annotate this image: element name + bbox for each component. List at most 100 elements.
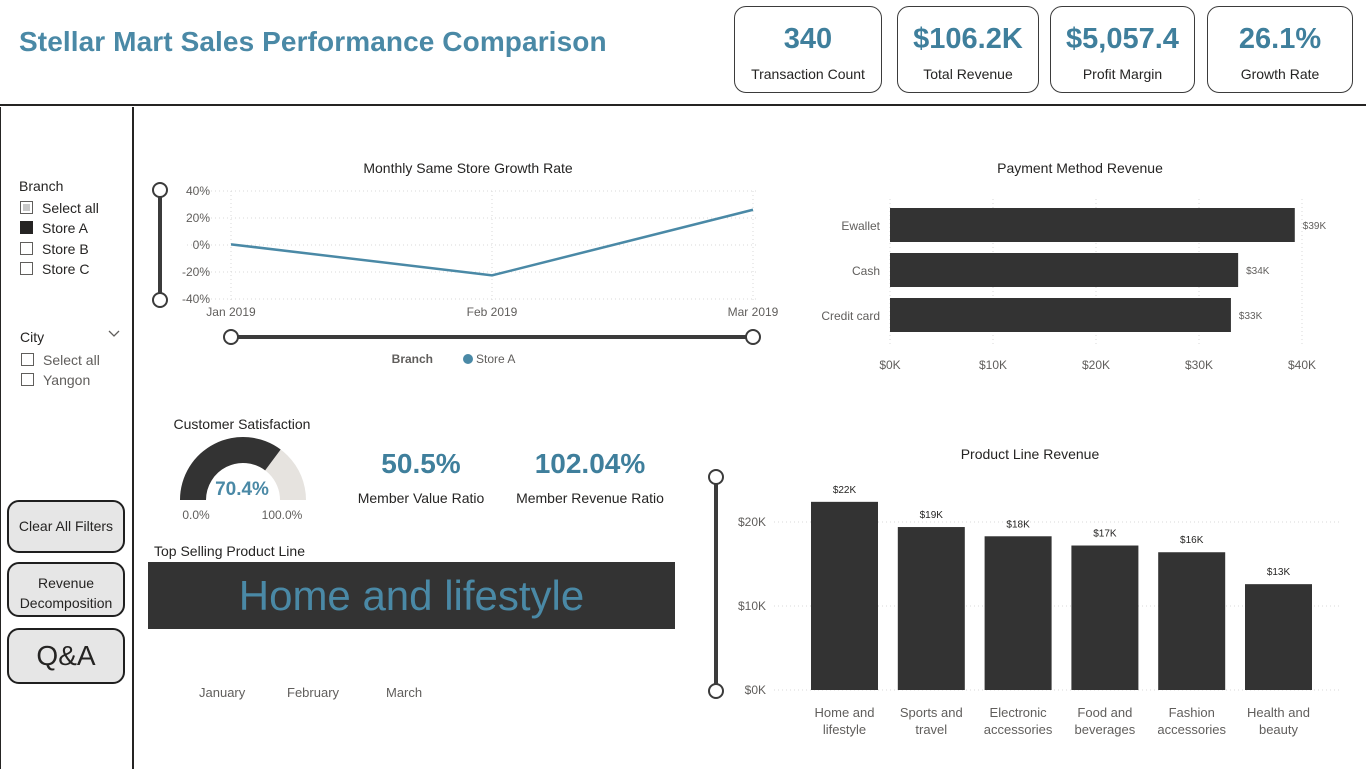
bar[interactable] [890, 298, 1231, 332]
y-tick-label: -40% [182, 292, 210, 306]
kpi-card-transaction-count[interactable]: 340 Transaction Count [734, 6, 882, 93]
zoom-handle-icon[interactable] [745, 329, 761, 345]
x-tick-label: Sports and [900, 705, 963, 720]
checkbox-icon[interactable] [20, 201, 33, 214]
data-label: $16K [1180, 535, 1204, 546]
y-tick-label: $0K [745, 683, 766, 697]
member-value-ratio-label: Member Value Ratio [357, 490, 485, 506]
kpi-value: 340 [783, 23, 833, 55]
x-tick-label: $30K [1185, 358, 1213, 372]
kpi-label: Total Revenue [923, 66, 1013, 82]
month-label-march[interactable]: March [386, 685, 422, 700]
checkbox-icon[interactable] [21, 373, 34, 386]
growth-chart-title: Monthly Same Store Growth Rate [363, 160, 573, 176]
filter-sidebar: Branch Select all Store A Store B Store … [0, 107, 134, 769]
product-line-bar-chart[interactable]: $20K $10K $0K $22K $19K $18K $17K $16K $13K Hom… [700, 465, 1350, 755]
button-label-line: Decomposition [19, 595, 113, 611]
checkbox-icon[interactable] [21, 353, 34, 366]
satisfaction-gauge[interactable]: 70.4% 0.0% 100.0% [170, 430, 316, 530]
clear-all-filters-button[interactable]: Clear All Filters [7, 500, 125, 553]
kpi-label: Profit Margin [1082, 66, 1163, 82]
x-tick-label: lifestyle [823, 722, 866, 737]
zoom-handle-icon[interactable] [152, 292, 168, 308]
data-label: $17K [1093, 529, 1117, 540]
x-tick-label: accessories [984, 722, 1053, 737]
x-tick-label: Jan 2019 [206, 305, 256, 319]
data-label: $19K [920, 510, 944, 521]
x-tick-label: beauty [1259, 722, 1299, 737]
bar[interactable] [811, 501, 878, 690]
kpi-value: $106.2K [913, 23, 1023, 55]
x-tick-label: $20K [1082, 358, 1110, 372]
data-label: $18K [1006, 519, 1030, 530]
product-chart-title: Product Line Revenue [960, 446, 1100, 462]
data-label: $22K [833, 485, 857, 496]
x-tick-label: Mar 2019 [728, 305, 779, 319]
gauge-max: 100.0% [262, 508, 303, 522]
qa-button[interactable]: Q&A [7, 628, 125, 684]
kpi-card-total-revenue[interactable]: $106.2K Total Revenue [897, 6, 1039, 93]
month-label-february[interactable]: February [287, 685, 339, 700]
y-tick-label: 0% [193, 238, 211, 252]
checkbox-icon[interactable] [20, 262, 33, 275]
kpi-value: $5,057.4 [1066, 23, 1179, 55]
bar[interactable] [1245, 584, 1312, 690]
y-tick-label: 20% [186, 211, 210, 225]
kpi-card-profit-margin[interactable]: $5,057.4 Profit Margin [1050, 6, 1195, 93]
bar[interactable] [890, 253, 1239, 287]
x-tick-label: Home and [815, 705, 875, 720]
bar[interactable] [890, 208, 1295, 242]
button-label-line: Revenue [37, 575, 95, 591]
bar[interactable] [1158, 552, 1226, 690]
category-label: Credit card [821, 309, 880, 323]
payment-chart-title: Payment Method Revenue [997, 160, 1163, 176]
kpi-value: 26.1% [1238, 23, 1322, 55]
y-tick-label: $20K [738, 515, 766, 529]
x-tick-label: travel [915, 722, 947, 737]
y-tick-label: 40% [186, 184, 210, 198]
kpi-label: Growth Rate [1240, 66, 1320, 82]
zoom-handle-icon[interactable] [708, 683, 724, 699]
bar[interactable] [897, 527, 965, 690]
checkbox-icon[interactable] [20, 242, 33, 255]
x-tick-label: $40K [1288, 358, 1316, 372]
x-tick-label: accessories [1157, 722, 1226, 737]
month-label-january[interactable]: January [199, 685, 245, 700]
payment-method-bar-chart[interactable]: Ewallet $39K Cash $34K Credit card $33K $0K $1… [800, 185, 1360, 385]
kpi-label: Transaction Count [751, 66, 865, 82]
data-label: $13K [1267, 567, 1291, 578]
growth-line-chart[interactable]: 40% 20% 0% -20% -40% Jan 2019 Feb 2019 Mar 201… [145, 175, 795, 375]
top-selling-card: Home and lifestyle [148, 562, 675, 629]
legend-marker-icon [463, 354, 473, 364]
kpi-card-growth-rate[interactable]: 26.1% Growth Rate [1207, 6, 1353, 93]
x-tick-label: Health and [1247, 705, 1310, 720]
report-header: Stellar Mart Sales Performance Compariso… [0, 0, 1366, 106]
member-revenue-ratio-label: Member Revenue Ratio [516, 490, 664, 506]
gauge-min: 0.0% [182, 508, 210, 522]
top-selling-title: Top Selling Product Line [154, 543, 305, 559]
member-revenue-ratio-value: 102.04% [534, 448, 646, 479]
checkbox-icon[interactable] [20, 221, 33, 234]
legend-item[interactable]: Store A [476, 352, 515, 366]
revenue-decomposition-button[interactable]: Revenue Decomposition [7, 562, 125, 617]
x-tick-label: Food and [1077, 705, 1132, 720]
zoom-handle-icon[interactable] [708, 469, 724, 485]
data-label: $34K [1246, 266, 1270, 277]
zoom-handle-icon[interactable] [223, 329, 239, 345]
x-tick-label: Feb 2019 [467, 305, 518, 319]
category-label: Cash [852, 264, 880, 278]
branch-slicer-title: Branch [19, 178, 64, 194]
x-tick-label: beverages [1075, 722, 1136, 737]
gauge-value: 70.4% [215, 479, 269, 500]
y-tick-label: -20% [182, 265, 210, 279]
member-value-ratio-value: 50.5% [381, 448, 461, 479]
y-tick-label: $10K [738, 599, 766, 613]
bar[interactable] [1071, 545, 1139, 690]
bar[interactable] [984, 536, 1052, 690]
zoom-handle-icon[interactable] [152, 182, 168, 198]
page-title: Stellar Mart Sales Performance Compariso… [19, 26, 607, 57]
x-tick-label: Electronic [990, 705, 1048, 720]
x-tick-label: Fashion [1169, 705, 1215, 720]
chevron-down-icon[interactable] [108, 329, 120, 339]
x-tick-label: $0K [879, 358, 900, 372]
